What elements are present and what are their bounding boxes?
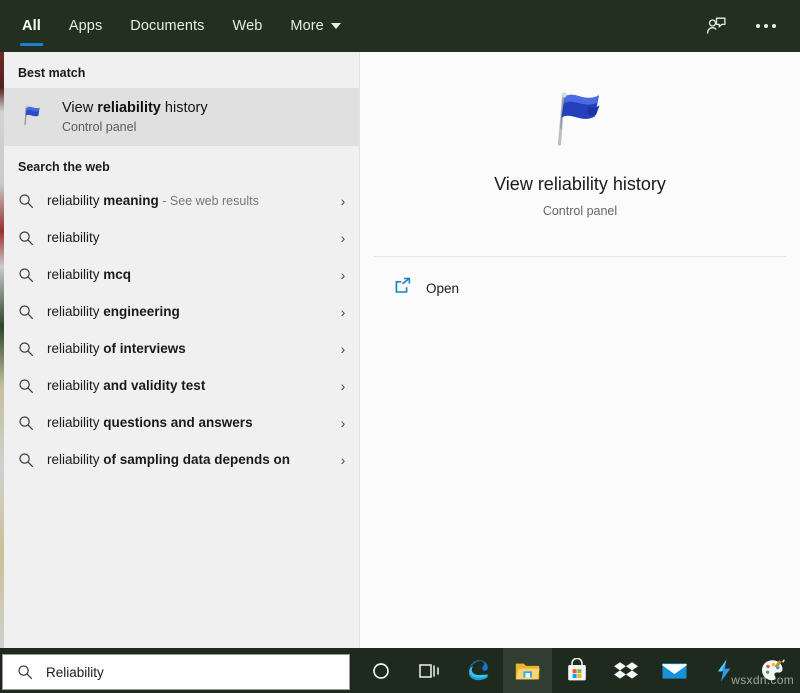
lightning-app-icon[interactable]: [699, 648, 748, 693]
search-icon: [18, 378, 34, 394]
tab-more-label: More: [290, 18, 324, 34]
task-view-icon[interactable]: [405, 648, 454, 693]
taskbar-icons: [356, 648, 797, 693]
search-icon: [18, 415, 34, 431]
chevron-right-icon[interactable]: ›: [336, 304, 350, 320]
header-actions: [696, 0, 800, 52]
tab-apps[interactable]: Apps: [55, 0, 116, 52]
search-icon: [17, 664, 33, 680]
preview-panel: View reliability history Control panel O…: [360, 52, 800, 648]
windows-search-screen: All Apps Documents Web More Best match V…: [0, 0, 800, 693]
web-suggestion-label: reliability and validity test: [47, 377, 206, 393]
web-suggestion-item[interactable]: reliability mcq ›: [4, 256, 360, 293]
tab-active-underline: [20, 43, 43, 46]
web-suggestion-label: reliability: [47, 229, 100, 245]
paint-icon[interactable]: [748, 648, 797, 693]
tab-apps-label: Apps: [68, 18, 103, 34]
search-icon: [18, 304, 34, 320]
web-suggestion-label: reliability of interviews: [47, 340, 186, 356]
tab-documents[interactable]: Documents: [116, 0, 218, 52]
web-suggestion-item[interactable]: reliability of sampling data depends on ›: [4, 441, 360, 478]
feedback-person-icon[interactable]: [696, 6, 736, 46]
open-action-button[interactable]: Open: [360, 265, 800, 311]
search-header: All Apps Documents Web More: [0, 0, 800, 52]
chevron-right-icon[interactable]: ›: [336, 378, 350, 394]
tab-web-label: Web: [232, 18, 263, 34]
chevron-right-icon[interactable]: ›: [336, 193, 350, 209]
web-suggestion-label: reliability questions and answers: [47, 414, 253, 430]
chevron-right-icon[interactable]: ›: [336, 415, 350, 431]
preview-card: View reliability history Control panel: [360, 52, 800, 244]
best-match-text: View reliability history Control panel: [62, 99, 208, 136]
search-icon: [18, 452, 34, 468]
best-match-heading: Best match: [18, 66, 86, 80]
mail-icon[interactable]: [650, 648, 699, 693]
results-panel: Best match View reliability history Cont…: [4, 52, 360, 648]
tab-more[interactable]: More: [276, 0, 354, 52]
web-suggestion-label: reliability meaning - See web results: [47, 192, 259, 208]
open-external-icon: [394, 277, 412, 300]
search-icon: [18, 193, 34, 209]
tab-documents-label: Documents: [130, 18, 205, 34]
chevron-right-icon[interactable]: ›: [336, 230, 350, 246]
web-suggestion-label: reliability mcq: [47, 266, 132, 282]
taskbar-search-box[interactable]: Reliability: [2, 654, 350, 690]
web-suggestions-list: reliability meaning - See web results › re…: [4, 182, 360, 478]
web-suggestion-item[interactable]: reliability of interviews ›: [4, 330, 360, 367]
web-suggestion-item[interactable]: reliability engineering ›: [4, 293, 360, 330]
blue-flag-icon: [18, 100, 48, 135]
preview-title: View reliability history: [494, 174, 666, 194]
search-icon: [18, 230, 34, 246]
chevron-right-icon[interactable]: ›: [336, 267, 350, 283]
web-suggestion-label: reliability engineering: [47, 303, 180, 319]
tab-web[interactable]: Web: [219, 0, 277, 52]
chevron-down-icon: [330, 23, 341, 29]
search-filter-tabs: All Apps Documents Web More: [0, 0, 355, 52]
preview-subtitle: Control panel: [542, 204, 618, 218]
microsoft-store-icon[interactable]: [552, 648, 601, 693]
web-suggestion-item[interactable]: reliability questions and answers ›: [4, 404, 360, 441]
edge-icon[interactable]: [454, 648, 503, 693]
search-the-web-heading: Search the web: [18, 160, 110, 174]
web-suggestion-label: reliability of sampling data depends on: [47, 451, 291, 467]
tab-all-label: All: [22, 18, 41, 34]
best-match-result[interactable]: View reliability history Control panel: [4, 88, 360, 146]
web-suggestion-item[interactable]: reliability ›: [4, 219, 360, 256]
search-icon: [18, 267, 34, 283]
search-icon: [18, 341, 34, 357]
web-suggestion-item[interactable]: reliability and validity test ›: [4, 367, 360, 404]
chevron-right-icon[interactable]: ›: [336, 341, 350, 357]
best-match-subtitle: Control panel: [62, 119, 137, 134]
preview-divider: [374, 256, 786, 257]
web-suggestion-item[interactable]: reliability meaning - See web results ›: [4, 182, 360, 219]
chevron-right-icon[interactable]: ›: [336, 452, 350, 468]
ellipsis-dots: [756, 24, 776, 28]
dropbox-icon[interactable]: [601, 648, 650, 693]
ellipsis-icon[interactable]: [746, 6, 786, 46]
cortana-icon[interactable]: [356, 648, 405, 693]
tab-all[interactable]: All: [8, 0, 55, 52]
search-input[interactable]: Reliability: [46, 665, 104, 680]
best-match-title: View reliability history: [62, 99, 208, 116]
open-action-label: Open: [426, 280, 460, 296]
file-explorer-icon[interactable]: [503, 648, 552, 693]
blue-flag-icon: [544, 86, 616, 152]
